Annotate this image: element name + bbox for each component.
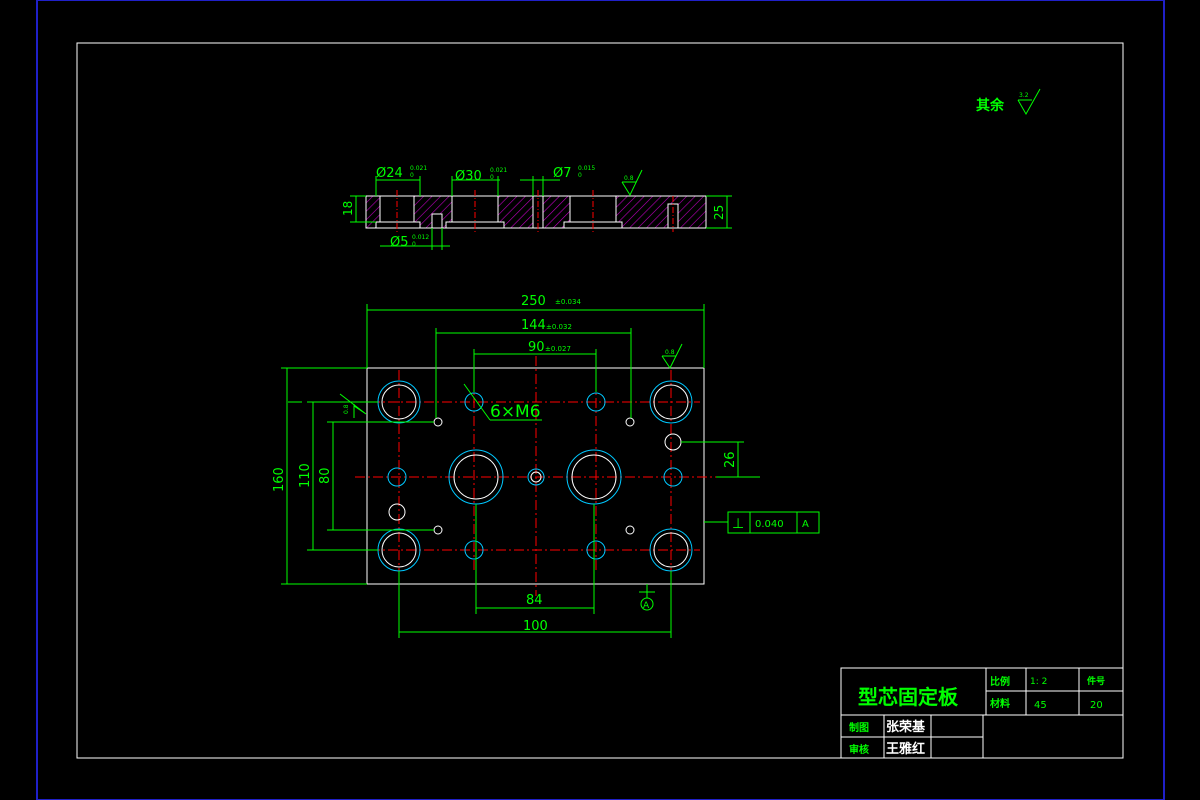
drawn-value: 张荣基 (886, 719, 926, 735)
datum-a-label: A (643, 601, 650, 611)
plan-left-roughness-value: 0.8 (343, 404, 350, 414)
plan-top-roughness-value: 0.8 (665, 349, 675, 356)
tolerance-datum: A (802, 519, 809, 530)
scale-value: 1: 2 (1030, 677, 1047, 687)
dim-144-tol: ±0.032 (546, 323, 572, 331)
plan-left-roughness-symbol: 0.8 (339, 393, 367, 418)
tolerance-value: 0.040 (755, 519, 784, 530)
pin-hole (664, 433, 682, 451)
perpendicularity-symbol: ⊥ (732, 516, 744, 532)
material-value: 45 (1034, 700, 1047, 711)
dim-d7: Ø7 (553, 166, 572, 181)
dim-80: 80 (318, 467, 333, 484)
pin-hole (388, 503, 406, 521)
dim-d30-tol-upper: 0.021 (490, 167, 507, 174)
small-hole (433, 525, 443, 535)
drawing-border (76, 42, 1124, 759)
dim-height-25: 25 (712, 205, 726, 220)
dim-d7-tol-upper: 0.015 (578, 165, 595, 172)
dim-d5: Ø5 (390, 235, 409, 250)
dim-26: 26 (723, 451, 738, 468)
checked-value: 王雅红 (886, 741, 925, 757)
dim-d30-tol-lower: 0 (490, 174, 494, 181)
part-no-value: 20 (1090, 700, 1103, 711)
rest-roughness-label: 其余 (976, 97, 1005, 114)
material-label: 材料 (990, 697, 1010, 710)
title-block-frame (840, 667, 1124, 759)
dim-height-18: 18 (341, 201, 355, 216)
section-roughness-symbol: 0.8 (621, 169, 643, 197)
section-counterbore-1 (375, 221, 421, 229)
plan-view: 250 ±0.034 144 ±0.032 90 ±0.027 6×M6 160… (272, 294, 820, 638)
rest-roughness-value: 3.2 (1019, 92, 1029, 99)
dim-d24-tol-upper: 0.021 (410, 165, 427, 172)
dim-90: 90 (528, 340, 545, 355)
section-opening-5 (431, 213, 443, 229)
small-hole (625, 525, 635, 535)
part-no-label: 件号 (1087, 675, 1105, 687)
dim-d30: Ø30 (455, 169, 482, 184)
dim-d5-tol-upper: 0.012 (412, 234, 429, 241)
small-hole (433, 417, 443, 427)
plan-top-roughness-symbol: 0.8 (661, 343, 683, 369)
dim-d24: Ø24 (376, 166, 403, 181)
dim-84: 84 (526, 593, 543, 608)
checked-label: 审核 (849, 743, 869, 756)
dim-d7-tol-lower: 0 (578, 172, 582, 179)
thread-callout: 6×M6 (490, 402, 541, 422)
small-hole (625, 417, 635, 427)
section-view: Ø24 0.021 0 Ø30 0.021 0 Ø7 0.015 0 Ø5 0.… (341, 165, 732, 250)
title-block: 型芯固定板 比例 1: 2 件号 材料 45 20 制图 张荣基 审核 王雅红 (840, 667, 1124, 759)
dim-d5-tol-lower: 0 (412, 241, 416, 248)
dim-250-tol: ±0.034 (555, 298, 581, 306)
dim-100: 100 (523, 619, 548, 634)
scale-label: 比例 (990, 675, 1010, 688)
rest-roughness-symbol: 其余 3.2 (976, 88, 1041, 116)
dim-d24-tol-lower: 0 (410, 172, 414, 179)
drawn-label: 制图 (849, 721, 869, 734)
dim-250: 250 (521, 294, 546, 309)
cad-drawing-canvas: 其余 3.2 Ø24 0.021 0 Ø30 0.021 0 Ø7 0.015 … (36, 0, 1165, 800)
dim-110: 110 (298, 463, 313, 488)
tolerance-frame: ⊥ 0.040 A (727, 511, 820, 534)
dim-160: 160 (272, 467, 287, 492)
dim-90-tol: ±0.027 (545, 345, 571, 353)
part-name: 型芯固定板 (858, 685, 959, 709)
dim-144: 144 (521, 318, 546, 333)
section-roughness-value: 0.8 (624, 175, 634, 182)
